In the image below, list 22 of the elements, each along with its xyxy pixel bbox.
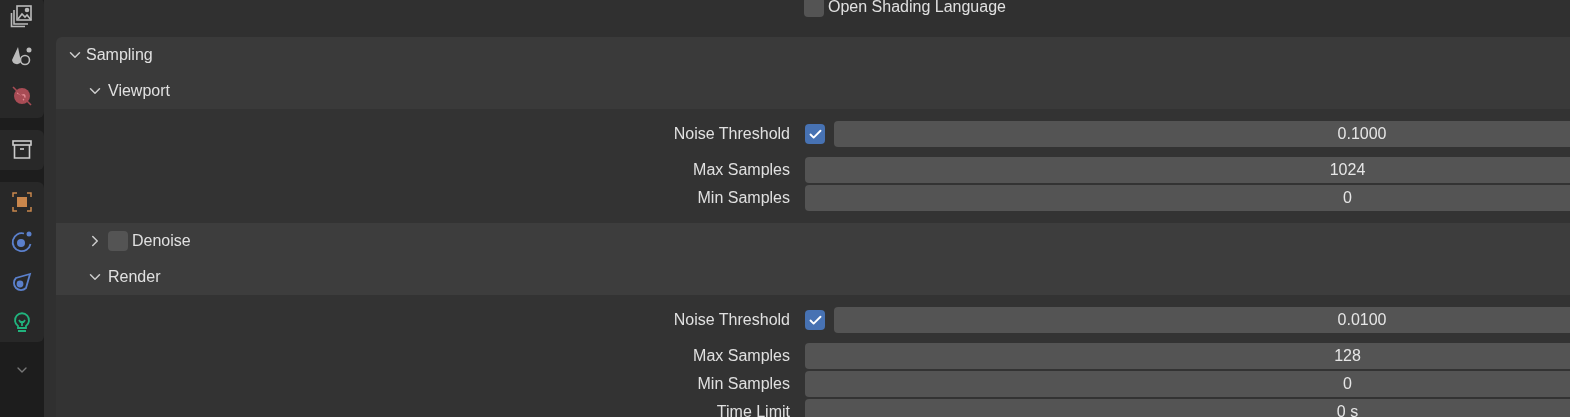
number-field[interactable]: 0 (805, 371, 1570, 397)
number-field[interactable]: 128 (805, 343, 1570, 369)
field-label: Noise Threshold (672, 124, 790, 144)
option-label: Open Shading Language (828, 0, 1006, 17)
panel-title[interactable]: Sampling (86, 43, 153, 67)
number-field[interactable]: 0.0100 (834, 307, 1570, 333)
field-label: Time Limit (715, 402, 790, 417)
checkbox[interactable] (804, 0, 824, 17)
field-label: Min Samples (696, 374, 790, 394)
field-label: Max Samples (692, 346, 790, 366)
subpanel-title[interactable]: Viewport (108, 79, 170, 103)
number-field[interactable]: 0 (805, 185, 1570, 211)
subpanel-title[interactable]: Render (108, 265, 161, 289)
field-label: Min Samples (696, 188, 790, 208)
number-field[interactable]: 1024 (805, 157, 1570, 183)
number-field[interactable]: 0.1000 (834, 121, 1570, 147)
subpanel-title[interactable]: Denoise (132, 229, 191, 253)
checkbox[interactable] (805, 124, 825, 144)
number-field[interactable]: 0 s (805, 399, 1570, 417)
checkbox[interactable] (805, 310, 825, 330)
field-label: Noise Threshold (672, 310, 790, 330)
field-label: Max Samples (692, 160, 790, 180)
